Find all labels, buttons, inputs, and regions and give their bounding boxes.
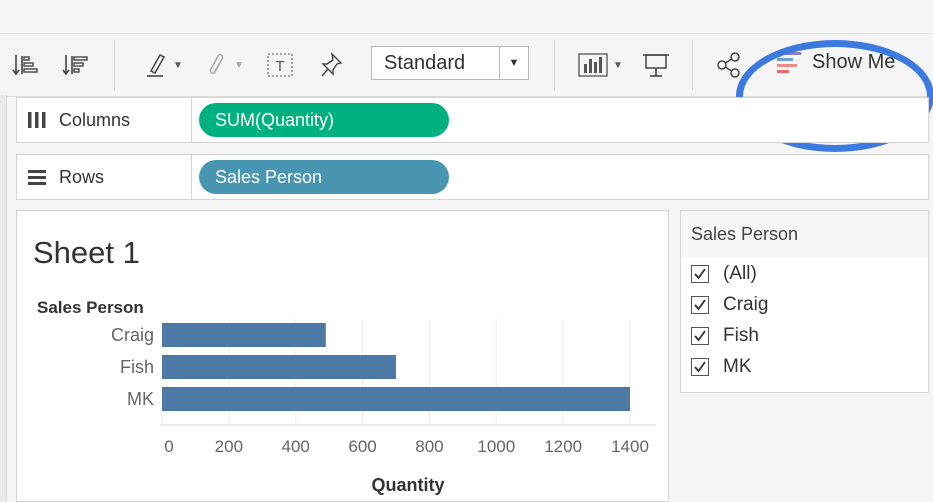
rows-label: Rows bbox=[59, 166, 105, 187]
bar bbox=[162, 355, 396, 379]
share-icon bbox=[717, 52, 740, 78]
category-label: MK bbox=[127, 389, 154, 409]
show-me-icon bbox=[777, 52, 801, 73]
pin-button[interactable] bbox=[314, 34, 348, 96]
filter-item[interactable]: MK bbox=[681, 351, 928, 382]
fit-button[interactable]: ▼ bbox=[570, 34, 630, 96]
columns-shelf[interactable]: Columns SUM(Quantity) bbox=[16, 97, 929, 143]
highlighter-icon bbox=[147, 54, 166, 77]
filter-item-label: Craig bbox=[723, 293, 769, 315]
category-label: Fish bbox=[120, 357, 154, 377]
checkbox[interactable] bbox=[691, 264, 709, 283]
category-header: Sales Person bbox=[37, 298, 144, 317]
filter-item-label: (All) bbox=[723, 262, 757, 284]
show-me-button[interactable]: Show Me bbox=[776, 50, 895, 74]
x-tick-label: 800 bbox=[415, 437, 443, 456]
chevron-down-icon[interactable]: ▼ bbox=[499, 47, 528, 79]
checkbox[interactable] bbox=[691, 326, 709, 345]
filter-item-label: MK bbox=[723, 355, 752, 377]
filter-item[interactable]: (All) bbox=[681, 258, 928, 289]
x-tick-label: 0 bbox=[164, 437, 173, 456]
columns-pill[interactable]: SUM(Quantity) bbox=[199, 103, 449, 137]
columns-icon bbox=[27, 111, 47, 129]
toolbar: ▼ ▼ T Standard ▼ ▼ Show Me bbox=[0, 33, 933, 152]
paperclip-icon bbox=[209, 54, 224, 74]
sort-ascending-button[interactable] bbox=[8, 34, 42, 96]
chevron-down-icon: ▼ bbox=[613, 59, 623, 71]
bar bbox=[162, 387, 630, 411]
chevron-down-icon: ▼ bbox=[173, 59, 183, 71]
share-button[interactable] bbox=[714, 34, 744, 96]
x-axis-title: Quantity bbox=[371, 475, 444, 495]
filter-title: Sales Person bbox=[681, 211, 928, 258]
rows-shelf[interactable]: Rows Sales Person bbox=[16, 154, 929, 200]
x-tick-label: 1200 bbox=[544, 437, 582, 456]
x-tick-label: 1000 bbox=[477, 437, 515, 456]
chart-icon bbox=[578, 53, 608, 77]
presentation-icon bbox=[643, 54, 669, 77]
show-me-label: Show Me bbox=[812, 50, 896, 73]
checkbox[interactable] bbox=[691, 295, 709, 314]
text-label-icon: T bbox=[267, 53, 293, 77]
mark-size-dropdown[interactable]: Standard ▼ bbox=[371, 46, 529, 80]
checkmark-icon bbox=[694, 329, 706, 341]
checkmark-icon bbox=[694, 267, 706, 279]
checkmark-icon bbox=[694, 298, 706, 310]
filter-item-label: Fish bbox=[723, 324, 759, 346]
category-label: Craig bbox=[111, 325, 154, 345]
chevron-down-icon: ▼ bbox=[234, 59, 244, 71]
bar-chart: Sales Person Craig Fish MK 0 200 400 600 800 1000… bbox=[37, 298, 656, 495]
x-tick-label: 400 bbox=[282, 437, 310, 456]
filter-item[interactable]: Fish bbox=[681, 320, 928, 351]
presentation-button[interactable] bbox=[638, 34, 674, 96]
highlight-button[interactable]: ▼ bbox=[138, 34, 188, 96]
svg-text:T: T bbox=[275, 58, 284, 75]
pin-icon bbox=[321, 51, 343, 77]
left-pane-edge bbox=[0, 95, 7, 502]
checkmark-icon bbox=[694, 360, 706, 372]
checkbox[interactable] bbox=[691, 357, 709, 376]
rows-icon bbox=[27, 168, 47, 186]
filter-item[interactable]: Craig bbox=[681, 289, 928, 320]
filter-list: (All) Craig Fish MK bbox=[681, 258, 928, 382]
sort-descending-button[interactable] bbox=[58, 34, 92, 96]
columns-label: Columns bbox=[59, 109, 131, 130]
rows-pill[interactable]: Sales Person bbox=[199, 160, 449, 194]
columns-shelf-label: Columns bbox=[17, 98, 192, 142]
filter-card: Sales Person (All) Craig Fish MK bbox=[680, 210, 929, 393]
x-tick-label: 1400 bbox=[611, 437, 649, 456]
group-button[interactable]: ▼ bbox=[200, 34, 250, 96]
worksheet-view: Sheet 1 Sales Person Craig Fish MK 0 200 400 60… bbox=[16, 210, 669, 502]
sort-ascending-icon bbox=[12, 55, 38, 76]
bar bbox=[162, 323, 326, 347]
x-tick-label: 200 bbox=[215, 437, 243, 456]
dropdown-value: Standard bbox=[384, 51, 466, 74]
sort-descending-icon bbox=[62, 55, 88, 76]
show-labels-button[interactable]: T bbox=[262, 34, 298, 96]
rows-shelf-label: Rows bbox=[17, 155, 192, 199]
x-tick-label: 600 bbox=[348, 437, 376, 456]
